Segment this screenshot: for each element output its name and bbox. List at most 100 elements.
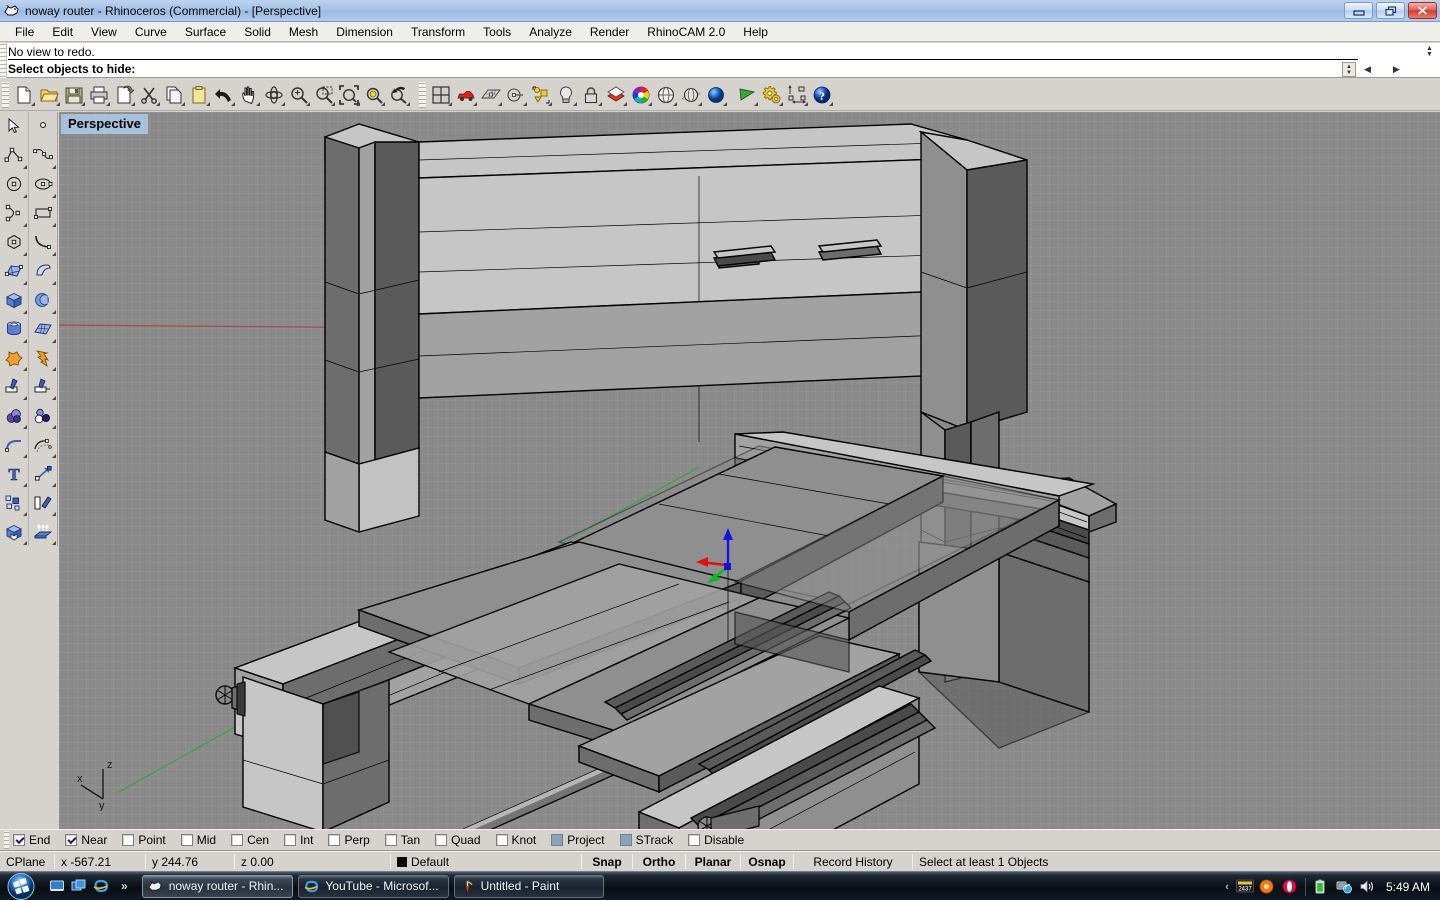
osnap-end[interactable]: End <box>13 833 50 847</box>
internet-explorer-icon[interactable] <box>93 878 109 894</box>
status-record-history[interactable]: Record History <box>794 855 912 869</box>
minimize-button[interactable] <box>1344 2 1373 19</box>
split-object-icon[interactable] <box>0 372 28 401</box>
switch-window-icon[interactable] <box>71 878 87 894</box>
clipboard-paste-icon[interactable] <box>186 82 211 107</box>
osnap-strack-checkbox[interactable] <box>619 834 632 846</box>
sphere-solid-icon[interactable] <box>29 286 57 315</box>
text-object-icon[interactable]: T <box>0 459 28 488</box>
open-folder-icon[interactable] <box>36 82 61 107</box>
rotate-view-icon[interactable] <box>261 82 286 107</box>
explode-icon[interactable] <box>29 344 57 373</box>
command-area-gripper[interactable] <box>0 43 7 78</box>
task-youtube[interactable]: YouTube - Microsof... <box>298 874 449 898</box>
status-toggle-ortho[interactable]: Ortho <box>633 855 685 869</box>
rectangle-icon[interactable] <box>29 199 57 228</box>
toolbar-gripper-2[interactable] <box>419 81 426 108</box>
counter-2437-icon[interactable]: 2437 <box>1236 879 1254 895</box>
osnap-near[interactable]: Near <box>65 833 107 847</box>
scale-object-icon[interactable] <box>29 459 57 488</box>
fillet-curve-icon[interactable] <box>0 430 28 459</box>
osnap-knot[interactable]: Knot <box>495 833 536 847</box>
zoom-window-icon[interactable] <box>311 82 336 107</box>
osnap-int-checkbox[interactable] <box>284 834 297 846</box>
close-button[interactable] <box>1408 2 1437 19</box>
osnap-quad[interactable]: Quad <box>435 833 481 847</box>
command-line-spinner[interactable]: ▲ ▼ <box>1342 62 1356 77</box>
menu-curve[interactable]: Curve <box>126 23 176 41</box>
osnap-tan-checkbox[interactable] <box>384 834 397 846</box>
curve-blend-icon[interactable] <box>29 228 57 257</box>
extrude-srf-icon[interactable] <box>29 517 57 546</box>
copy-pages-icon[interactable] <box>161 82 186 107</box>
grid-plane-icon[interactable] <box>478 82 503 107</box>
restore-button[interactable] <box>1376 2 1405 19</box>
scissors-cut-icon[interactable] <box>136 82 161 107</box>
menu-help[interactable]: Help <box>734 23 777 41</box>
menu-mesh[interactable]: Mesh <box>280 23 327 41</box>
trim-object-icon[interactable] <box>29 372 57 401</box>
car-render-icon[interactable] <box>453 82 478 107</box>
menu-surface[interactable]: Surface <box>176 23 235 41</box>
command-prompt-line[interactable]: Select objects to hide: <box>8 61 1348 77</box>
menu-analyze[interactable]: Analyze <box>520 23 581 41</box>
flag-notes-icon[interactable] <box>734 82 759 107</box>
orange-circle-icon[interactable] <box>1259 879 1275 895</box>
osnap-perp-checkbox[interactable] <box>328 834 341 846</box>
osnap-cen[interactable]: Cen <box>231 833 269 847</box>
taskbar-clock[interactable]: 5:49 AM <box>1386 880 1430 894</box>
cylinder-solid-icon[interactable] <box>0 315 28 344</box>
print-preview-icon[interactable] <box>111 82 136 107</box>
surface-sweep-icon[interactable] <box>29 257 57 286</box>
group-objects-icon[interactable] <box>528 82 553 107</box>
box-solid-icon[interactable] <box>0 286 28 315</box>
control-curve-icon[interactable] <box>29 141 57 170</box>
status-toggle-snap[interactable]: Snap <box>582 855 632 869</box>
volume-icon[interactable] <box>1359 879 1375 895</box>
osnap-project[interactable]: Project <box>551 833 605 847</box>
save-disk-icon[interactable] <box>61 82 86 107</box>
select-arrow-icon[interactable] <box>0 112 28 141</box>
command-prev-button[interactable]: ◀ <box>1364 64 1371 75</box>
help-question-icon[interactable]: ? <box>809 82 834 107</box>
osnap-project-checkbox[interactable] <box>551 834 564 846</box>
new-file-icon[interactable] <box>11 82 36 107</box>
move-copy-icon[interactable] <box>29 488 57 517</box>
command-history-scroll[interactable]: ▲ ▼ <box>1423 44 1436 59</box>
point-object-icon[interactable] <box>29 112 57 141</box>
viewport-layout-icon[interactable] <box>428 82 453 107</box>
shaded-sphere-icon[interactable] <box>703 82 728 107</box>
battery-icon[interactable] <box>1313 879 1329 895</box>
boolean-diff-icon[interactable] <box>29 401 57 430</box>
menu-rhinocam[interactable]: RhinoCAM 2.0 <box>638 23 734 41</box>
osnap-quad-checkbox[interactable] <box>435 834 448 846</box>
opera-red-icon[interactable] <box>1282 879 1298 895</box>
menu-view[interactable]: View <box>82 23 126 41</box>
ellipse-icon[interactable] <box>29 170 57 199</box>
quick-launch-overflow[interactable]: » <box>121 879 128 893</box>
zoom-extents-icon[interactable] <box>336 82 361 107</box>
start-button[interactable] <box>1 872 41 900</box>
osnap-point-checkbox[interactable] <box>122 834 135 846</box>
layers-icon[interactable] <box>603 82 628 107</box>
surface-patch-icon[interactable] <box>0 257 28 286</box>
light-bulb-icon[interactable] <box>553 82 578 107</box>
polygon-icon[interactable] <box>0 228 28 257</box>
menu-dimension[interactable]: Dimension <box>327 23 402 41</box>
offset-curve-icon[interactable] <box>29 430 57 459</box>
cap-solid-icon[interactable] <box>0 517 28 546</box>
osnap-tan[interactable]: Tan <box>384 833 420 847</box>
printer-icon[interactable] <box>86 82 111 107</box>
osnap-cen-checkbox[interactable] <box>231 834 244 846</box>
menu-file[interactable]: File <box>6 23 43 41</box>
menu-solid[interactable]: Solid <box>235 23 280 41</box>
zoom-previous-icon[interactable] <box>386 82 411 107</box>
named-cplane-icon[interactable] <box>503 82 528 107</box>
gears-options-icon[interactable] <box>759 82 784 107</box>
tray-expand-chevron[interactable]: ‹ <box>1225 881 1229 893</box>
zoom-inout-icon[interactable] <box>286 82 311 107</box>
dimension-icon[interactable] <box>784 82 809 107</box>
osnap-end-checkbox[interactable] <box>13 834 25 846</box>
osnap-point[interactable]: Point <box>122 833 166 847</box>
array-icon[interactable] <box>0 488 28 517</box>
